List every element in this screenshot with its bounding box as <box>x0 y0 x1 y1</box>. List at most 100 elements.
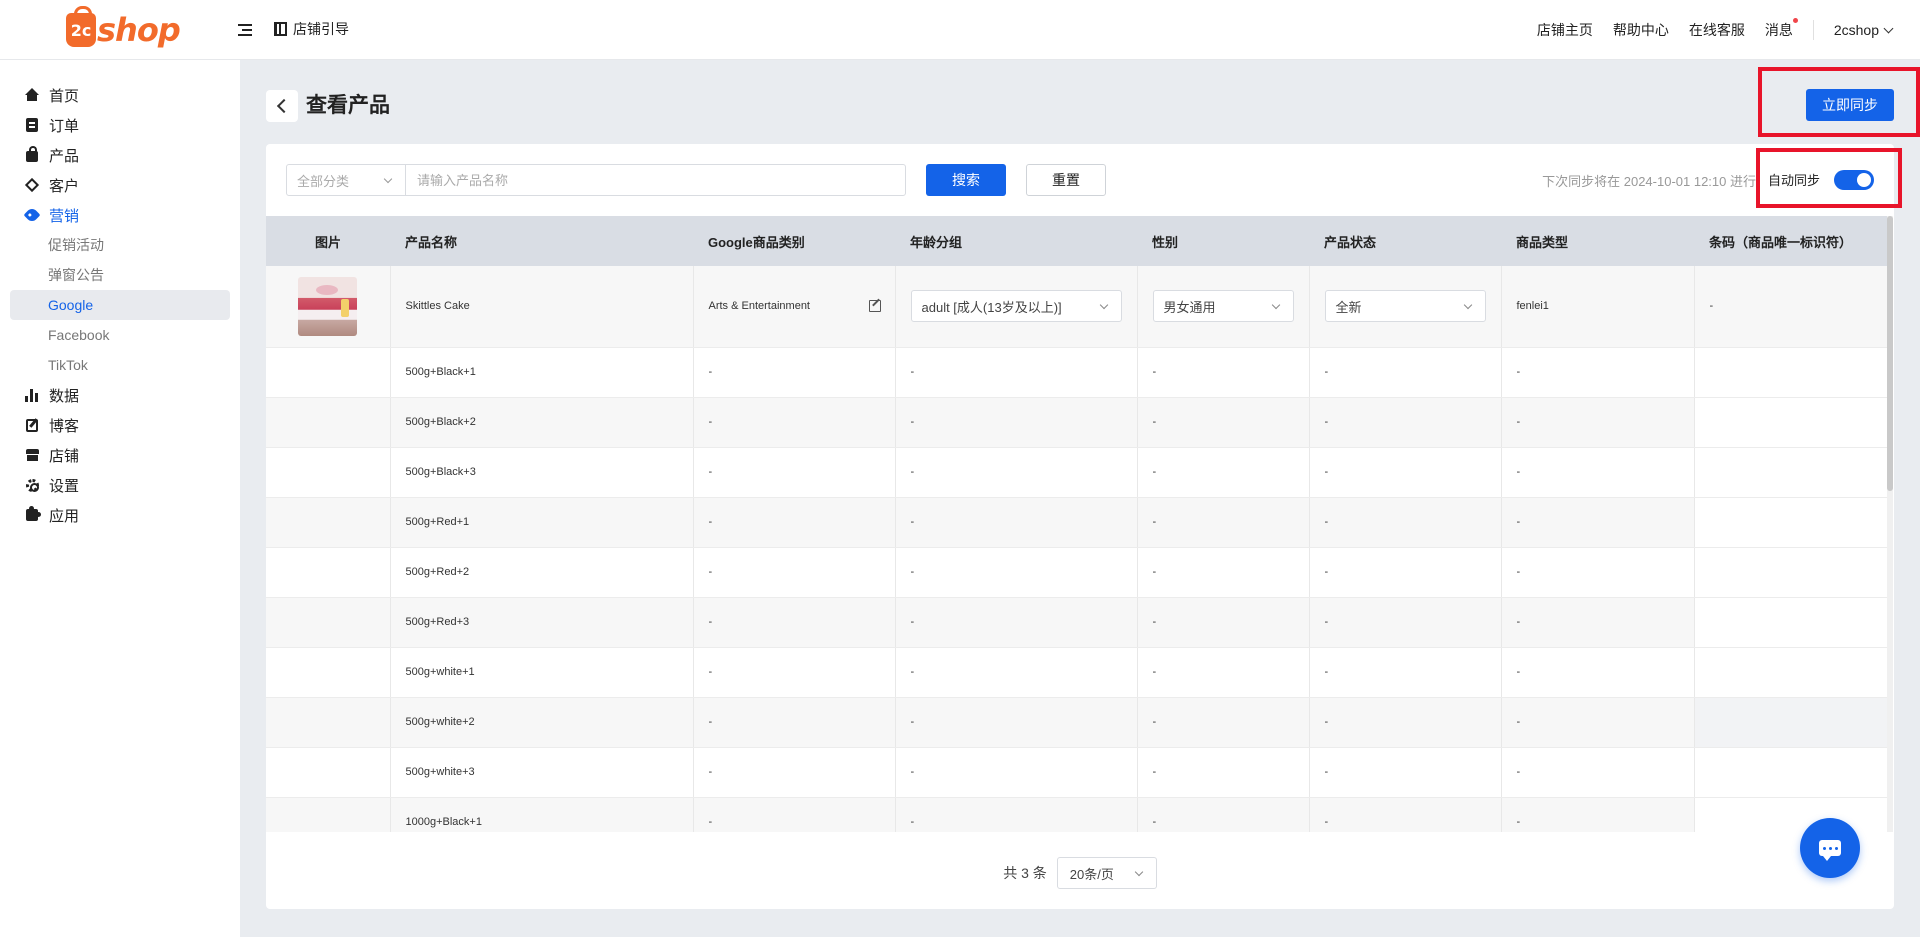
table-row: 500g+Red+1- - - - - <box>266 497 1888 548</box>
column-header: 条码（商品唯一标识符） <box>1694 216 1887 266</box>
product-table: 图片 产品名称 Google商品类别 年龄分组 性别 产品状态 商品类型 条码（… <box>266 216 1894 832</box>
google-category-value: - <box>693 697 896 748</box>
store-guide-label: 店铺引导 <box>293 21 349 37</box>
chat-support-button[interactable] <box>1800 818 1860 878</box>
variant-name: 500g+white+2 <box>390 697 694 748</box>
variant-name: 500g+Black+1 <box>390 347 694 398</box>
gender-value: - <box>1137 347 1310 398</box>
home-icon <box>25 88 39 102</box>
product-type: - <box>1501 547 1695 598</box>
product-search-input[interactable] <box>405 164 906 196</box>
google-category-value: - <box>693 347 896 398</box>
gender-value: - <box>1137 747 1310 798</box>
clipboard-icon <box>26 118 38 132</box>
page-size-select[interactable]: 20条/页 <box>1056 857 1157 889</box>
age-group-value: - <box>895 747 1138 798</box>
top-links: 店铺主页 帮助中心 在线客服 消息 2cshop <box>1517 0 1894 60</box>
product-type: - <box>1501 597 1695 648</box>
sidebar-sub-google[interactable]: Google <box>10 290 230 320</box>
sidebar-sub-popups[interactable]: 弹窗公告 <box>10 260 230 290</box>
google-category-value: - <box>693 747 896 798</box>
category-select[interactable]: 全部分类 <box>286 164 406 196</box>
online-support-link[interactable]: 在线客服 <box>1689 20 1745 40</box>
chevron-down-icon <box>1099 301 1108 310</box>
chevron-down-icon <box>1134 867 1144 877</box>
sidebar-item-label: 数据 <box>49 387 80 405</box>
image-cell <box>266 447 391 498</box>
product-thumbnail[interactable] <box>298 276 358 336</box>
category-select-value: 全部分类 <box>297 173 350 189</box>
sidebar-sub-promotions[interactable]: 促销活动 <box>10 230 230 260</box>
brand-logo[interactable]: 2c shop <box>66 6 181 52</box>
store-guide-link[interactable]: 店铺引导 <box>274 19 349 39</box>
google-category-value: - <box>693 447 896 498</box>
sidebar-item-data[interactable]: 数据 <box>10 380 230 410</box>
reset-button[interactable]: 重置 <box>1026 164 1106 196</box>
google-category-value: - <box>693 597 896 648</box>
image-cell <box>266 597 391 648</box>
sidebar-item-blog[interactable]: 博客 <box>10 410 230 440</box>
back-button[interactable] <box>266 90 298 122</box>
sidebar-item-settings[interactable]: 设置 <box>10 470 230 500</box>
condition-select[interactable]: 全新 <box>1324 290 1486 323</box>
sidebar-item-label: 博客 <box>49 417 80 435</box>
image-cell <box>266 497 391 548</box>
logo-text: shop <box>97 11 181 49</box>
condition-value: - <box>1309 747 1502 798</box>
book-icon <box>274 22 287 36</box>
sidebar-item-label: 应用 <box>49 507 80 525</box>
barcode-cell <box>1694 747 1888 798</box>
image-cell <box>266 397 391 448</box>
sidebar-item-label: 营销 <box>49 207 80 225</box>
help-center-link[interactable]: 帮助中心 <box>1613 20 1669 40</box>
column-header: 性别 <box>1137 216 1309 266</box>
messages-label: 消息 <box>1764 22 1793 38</box>
user-name: 2cshop <box>1833 22 1879 38</box>
image-cell <box>266 797 391 832</box>
barcode-cell <box>1694 397 1888 448</box>
variant-name: 500g+Red+1 <box>390 497 694 548</box>
gender-value: - <box>1137 447 1310 498</box>
google-category-cell: Arts & Entertainment <box>693 266 896 348</box>
age-group-value: - <box>895 497 1138 548</box>
menu-toggle-icon[interactable] <box>238 20 254 40</box>
sidebar-sub-tiktok[interactable]: TikTok <box>10 350 230 380</box>
sidebar-item-marketing[interactable]: 营销 <box>10 200 230 230</box>
sidebar-sub-facebook[interactable]: Facebook <box>10 320 230 350</box>
google-category-value: Arts & Entertainment <box>708 300 811 313</box>
shopping-bag-logo-icon: 2c <box>66 6 96 47</box>
sidebar-item-orders[interactable]: 订单 <box>10 110 230 140</box>
sidebar-item-store[interactable]: 店铺 <box>10 440 230 470</box>
google-category-value: - <box>693 547 896 598</box>
sidebar-item-apps[interactable]: 应用 <box>10 500 230 530</box>
sidebar-item-label: 客户 <box>49 177 80 195</box>
page-title: 查看产品 <box>306 94 390 117</box>
highlight-box-sync-now <box>1758 67 1920 137</box>
table-scrollbar-thumb[interactable] <box>1887 216 1893 491</box>
sidebar-item-products[interactable]: 产品 <box>10 140 230 170</box>
barcode-cell <box>1694 647 1888 698</box>
gender-value: - <box>1137 547 1310 598</box>
table-row: Skittles Cake Arts & Entertainment adult… <box>266 266 1888 348</box>
unread-dot <box>1792 18 1798 23</box>
gender-cell: 男女通用 <box>1137 266 1310 348</box>
age-group-select[interactable]: adult [成人(13岁及以上)] <box>910 290 1122 323</box>
sidebar-item-home[interactable]: 首页 <box>10 80 230 110</box>
condition-value: - <box>1309 547 1502 598</box>
page-size-value: 20条/页 <box>1069 866 1114 882</box>
store-home-link[interactable]: 店铺主页 <box>1537 20 1593 40</box>
user-menu[interactable]: 2cshop <box>1833 22 1894 38</box>
column-header: 年龄分组 <box>895 216 1137 266</box>
sidebar-item-customers[interactable]: 客户 <box>10 170 230 200</box>
product-name: Skittles Cake <box>390 266 694 348</box>
table-row: 500g+Black+2- - - - - <box>266 397 1888 448</box>
messages-link[interactable]: 消息 <box>1764 18 1798 40</box>
condition-value: - <box>1309 397 1502 448</box>
gender-select[interactable]: 男女通用 <box>1152 290 1294 323</box>
next-sync-text: 下次同步将在 2024-10-01 12:10 进行 <box>1542 174 1756 189</box>
age-group-value: - <box>895 697 1138 748</box>
product-type: - <box>1501 747 1695 798</box>
edit-icon[interactable] <box>868 300 881 313</box>
search-button[interactable]: 搜索 <box>926 164 1006 196</box>
gender-value: - <box>1137 597 1310 648</box>
